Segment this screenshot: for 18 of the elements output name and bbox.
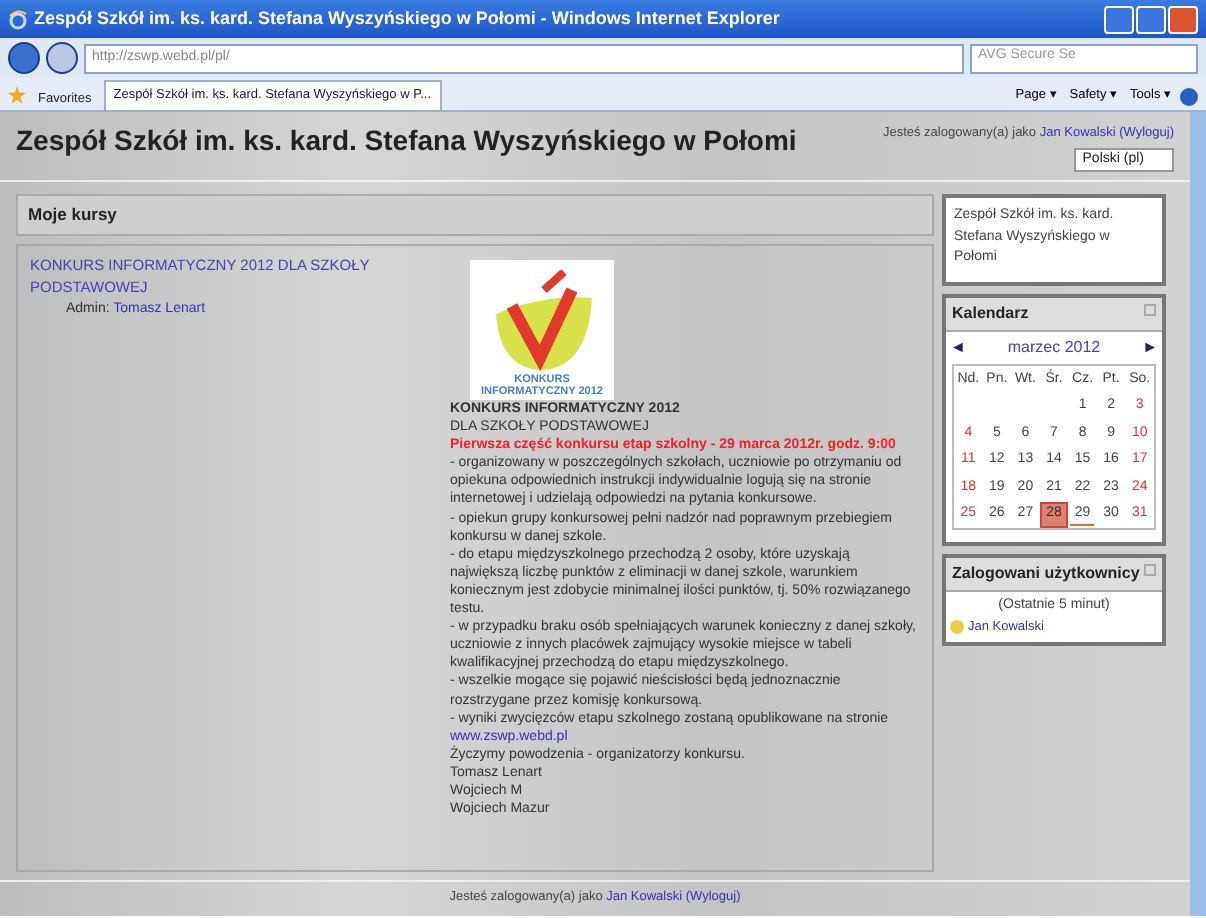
user-avatar-icon xyxy=(950,620,964,635)
next-month-button[interactable]: ► xyxy=(1142,336,1158,361)
minimize-button[interactable] xyxy=(1104,5,1134,33)
section-header: Moje kursy xyxy=(16,194,934,236)
close-button[interactable] xyxy=(1168,5,1198,33)
back-button[interactable] xyxy=(8,42,40,74)
window-title: Zespół Szkół im. ks. kard. Stefana Wyszyńskiego w Połomi - Windows Internet Explorer xyxy=(34,5,780,32)
site-title: Zespół Szkół im. ks. kard. Stefana Wyszyńskiego w Połomi xyxy=(16,124,797,160)
previous-month-button[interactable]: ◄ xyxy=(950,336,966,361)
star-icon xyxy=(8,86,26,104)
block-title: Kalendarz xyxy=(952,302,1029,327)
forward-button[interactable] xyxy=(46,42,78,74)
collapse-icon xyxy=(1144,564,1156,577)
month-title: marzec 2012 xyxy=(1007,336,1101,361)
block-title: Zalogowani użytkownicy xyxy=(952,562,1140,587)
browser-logo-icon xyxy=(8,9,28,29)
maximize-button[interactable] xyxy=(1136,5,1166,33)
collapse-icon xyxy=(1144,304,1156,317)
